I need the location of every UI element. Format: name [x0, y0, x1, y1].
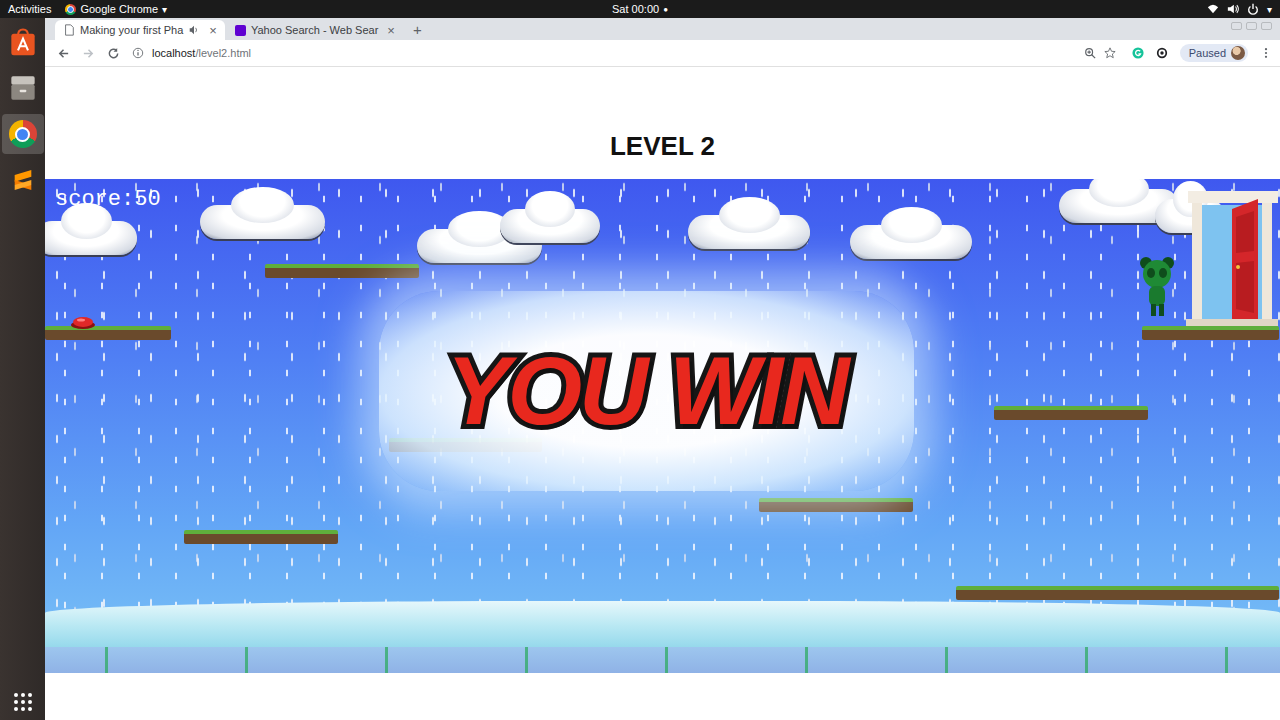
clock[interactable]: Sat 00:00● [612, 3, 668, 15]
tray-arrow: ▾ [1267, 4, 1272, 15]
maximize-button[interactable] [1246, 22, 1257, 30]
platform [184, 530, 338, 544]
browser-window: Making your first Pha×Yahoo Search - Web… [45, 18, 1280, 720]
cloud [200, 205, 325, 239]
dock-item[interactable] [2, 114, 44, 154]
new-tab-button[interactable]: + [413, 21, 422, 38]
url: localhost/level2.html [152, 47, 251, 59]
dock [0, 18, 45, 720]
game-canvas[interactable]: score:50 YOU WIN [45, 179, 1280, 673]
zoom-icon[interactable] [1084, 47, 1096, 59]
tab-label: Making your first Pha [80, 24, 183, 36]
system-tray[interactable]: ▾ [668, 3, 1272, 15]
wifi-icon [1207, 3, 1219, 15]
cloud [850, 225, 972, 259]
red-switch-icon [70, 315, 96, 329]
platform [1142, 326, 1279, 340]
cloud [45, 221, 137, 255]
activities-button[interactable]: Activities [8, 3, 51, 15]
tab[interactable]: Making your first Pha × [55, 20, 225, 40]
platform [956, 586, 1279, 600]
sublime-icon [8, 165, 38, 195]
star-icon[interactable] [1104, 47, 1116, 59]
level-heading: LEVEL 2 [45, 131, 1280, 161]
desktop: Activities Google Chrome ▾ Sat 00:00● ▾ Makin… [0, 0, 1280, 720]
forward-arrow-icon[interactable] [82, 47, 95, 60]
web-page: LEVEL 2 score:50 YOU WIN [45, 67, 1280, 720]
tab-close-button[interactable]: × [387, 23, 395, 38]
minimize-button[interactable] [1231, 22, 1242, 30]
avatar-icon [1231, 46, 1245, 60]
platform [45, 326, 171, 340]
top-bar: Activities Google Chrome ▾ Sat 00:00● ▾ [0, 0, 1280, 18]
volume-icon [1227, 3, 1239, 15]
software-icon [8, 27, 38, 57]
platform [759, 498, 913, 512]
profile-status: Paused [1189, 47, 1226, 59]
score-label: score:50 [55, 187, 161, 212]
page-icon [63, 24, 75, 36]
chrome-icon [65, 4, 76, 15]
dock-item[interactable] [2, 68, 44, 108]
back-arrow-icon[interactable] [57, 47, 70, 60]
cloud [500, 209, 600, 243]
profile-button[interactable]: Paused [1180, 44, 1248, 62]
grammarly-extension-icon[interactable] [1132, 47, 1144, 59]
tab-label: Yahoo Search - Web Sear [251, 24, 378, 36]
dock-item[interactable] [2, 22, 44, 62]
cloud [688, 215, 810, 249]
window-controls [1231, 18, 1280, 30]
audio-icon[interactable] [188, 24, 200, 36]
win-banner: YOU WIN [379, 291, 914, 491]
close-button[interactable] [1261, 22, 1272, 30]
tab-close-button[interactable]: × [209, 23, 217, 38]
app-menu[interactable]: Google Chrome ▾ [65, 3, 167, 15]
tab-strip: Making your first Pha×Yahoo Search - Web… [45, 18, 1280, 40]
platform [994, 406, 1148, 420]
chrome-icon [9, 120, 37, 148]
dock-item[interactable] [2, 160, 44, 200]
panda-player-icon [1139, 256, 1175, 316]
files-icon [8, 73, 38, 103]
platform [265, 264, 419, 278]
info-icon[interactable] [132, 47, 144, 59]
app-menu-label: Google Chrome [80, 3, 158, 15]
water [45, 601, 1280, 673]
menu-icon[interactable] [1260, 47, 1272, 59]
app-menu-arrow: ▾ [162, 4, 167, 15]
address-bar[interactable]: localhost/level2.html [132, 47, 1120, 59]
extension-icon[interactable] [1156, 47, 1168, 59]
notification-dot: ● [663, 5, 668, 14]
seabed [45, 647, 1280, 673]
exit-door-icon [1184, 191, 1279, 326]
reload-icon[interactable] [107, 47, 120, 60]
power-icon [1247, 3, 1259, 15]
yahoo-icon [235, 25, 246, 36]
show-apps-icon[interactable] [13, 692, 33, 712]
tab[interactable]: Yahoo Search - Web Sear × [227, 20, 403, 40]
win-text: YOU WIN [446, 338, 846, 444]
toolbar: localhost/level2.html Paused [45, 40, 1280, 67]
